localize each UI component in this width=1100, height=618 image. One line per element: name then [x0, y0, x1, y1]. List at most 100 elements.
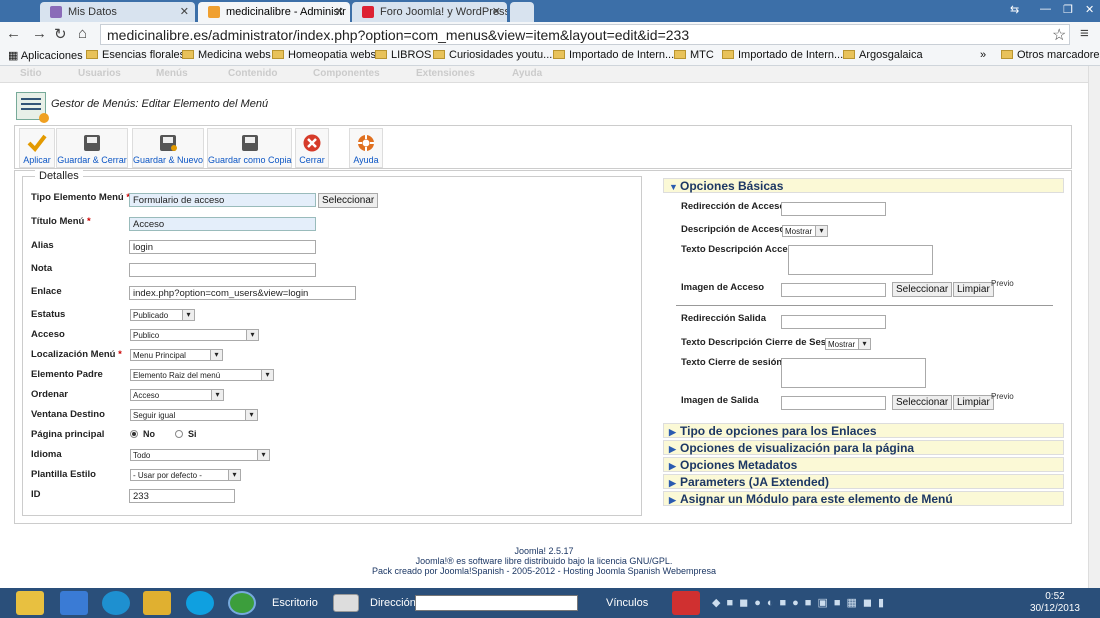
close-tab-icon[interactable]: ✕ — [180, 5, 189, 18]
select-menu-type-button[interactable]: Seleccionar — [318, 193, 379, 208]
bookmark-otros[interactable]: Otros marcadores — [1001, 49, 1100, 61]
folder-icon — [553, 50, 565, 59]
menu-contenido[interactable]: Contenido — [228, 68, 277, 79]
bookmark-aplicaciones[interactable]: ▦ Aplicaciones — [8, 49, 83, 62]
save-copy-button[interactable]: Guardar como Copia — [207, 128, 292, 168]
pane-module-assignment[interactable]: ▶ Asignar un Módulo para este elemento de… — [663, 491, 1064, 506]
menu-componentes[interactable]: Componentes — [313, 68, 380, 79]
tab-medicinalibre[interactable]: medicinalibre - Administr ✕ — [198, 2, 350, 22]
folder-app-icon[interactable] — [143, 591, 171, 615]
bookmark-folder[interactable]: Importado de Intern... — [722, 49, 843, 61]
link-input[interactable]: index.php?option=com_users&view=login — [129, 286, 356, 300]
taskbar-escritorio[interactable]: Escritorio — [272, 597, 318, 609]
system-tray-icons[interactable]: ◆■◼●◐■●■▣■▦◼▮ — [712, 596, 1042, 610]
app-tray-icon[interactable] — [672, 591, 700, 615]
desktop-app-icon[interactable] — [60, 591, 88, 615]
menu-usuarios[interactable]: Usuarios — [78, 68, 121, 79]
preview-label: Previo — [991, 279, 1014, 288]
login-description-select[interactable]: Mostrar ▾ — [782, 225, 828, 237]
login-redirect-input[interactable] — [781, 202, 886, 216]
pane-metadata[interactable]: ▶ Opciones Metadatos — [663, 457, 1064, 472]
close-tab-icon[interactable]: ✕ — [492, 5, 501, 18]
menu-location-select[interactable]: Menu Principal ▾ — [130, 349, 223, 361]
clear-login-image-button[interactable]: Limpiar — [953, 282, 994, 297]
restore-icon[interactable]: ⇆ — [1010, 3, 1019, 16]
taskbar-address-input[interactable] — [415, 595, 578, 611]
home-yes-radio[interactable] — [175, 430, 183, 438]
help-button[interactable]: Ayuda — [349, 128, 383, 168]
login-description-textarea[interactable] — [788, 245, 933, 275]
forward-icon[interactable]: → — [32, 25, 47, 42]
template-style-select[interactable]: - Usar por defecto - ▾ — [130, 469, 241, 481]
back-icon[interactable]: ← — [6, 25, 21, 42]
menu-extensiones[interactable]: Extensiones — [416, 68, 475, 79]
bookmark-folder[interactable]: Esencias florales — [86, 49, 185, 61]
logout-description-select[interactable]: Mostrar ▾ — [825, 338, 871, 350]
select-login-image-button[interactable]: Seleccionar — [892, 282, 953, 297]
menu-sitio[interactable]: Sitio — [20, 68, 42, 79]
maximize-icon[interactable]: ❐ — [1063, 3, 1073, 16]
note-input[interactable] — [129, 263, 316, 277]
chevron-down-icon: ▾ — [210, 350, 222, 360]
pane-ja-extended[interactable]: ▶ Parameters (JA Extended) — [663, 474, 1064, 489]
taskbar-vinculos[interactable]: Vínculos — [606, 597, 648, 609]
bookmarks-overflow-icon[interactable]: » — [980, 49, 986, 61]
explorer-icon[interactable] — [16, 591, 44, 615]
access-select[interactable]: Publico ▾ — [130, 329, 259, 341]
apply-button[interactable]: Aplicar — [19, 128, 55, 168]
target-window-select[interactable]: Seguir igual ▾ — [130, 409, 258, 421]
bookmark-folder[interactable]: Importado de Intern... — [553, 49, 674, 61]
logout-redirect-input[interactable] — [781, 315, 886, 329]
home-icon[interactable]: ⌂ — [78, 25, 87, 42]
menu-icon[interactable]: ≡ — [1080, 25, 1089, 42]
url-input[interactable]: medicinalibre.es/administrator/index.php… — [100, 24, 1070, 45]
menu-ayuda[interactable]: Ayuda — [512, 68, 542, 79]
cancel-icon — [303, 134, 321, 152]
pane-basic-options[interactable]: ▼ Opciones Básicas — [663, 178, 1064, 193]
close-tab-icon[interactable]: ✕ — [335, 5, 344, 18]
logout-text-textarea[interactable] — [781, 358, 926, 388]
bookmark-folder[interactable]: MTC — [674, 49, 714, 61]
bookmark-folder[interactable]: LIBROS — [375, 49, 431, 61]
save-close-button[interactable]: Guardar & Cerrar — [56, 128, 128, 168]
footer-credits[interactable]: Pack creado por Joomla!Spanish - 2005-20… — [0, 566, 1088, 576]
pane-link-options[interactable]: ▶ Tipo de opciones para los Enlaces — [663, 423, 1064, 438]
bookmark-folder[interactable]: Homeopatia webs — [272, 49, 376, 61]
new-tab-button[interactable] — [510, 2, 534, 22]
menu-title-input[interactable]: Acceso — [129, 217, 316, 231]
folder-icon — [674, 50, 686, 59]
favicon-icon — [362, 6, 374, 18]
keyboard-icon[interactable] — [333, 594, 359, 612]
bookmark-folder[interactable]: Medicina webs — [182, 49, 271, 61]
status-select[interactable]: Publicado ▾ — [130, 309, 195, 321]
ordering-select[interactable]: Acceso ▾ — [130, 389, 224, 401]
tab-mis-datos[interactable]: Mis Datos ✕ — [40, 2, 195, 22]
bookmark-star-icon[interactable]: ☆ — [1052, 25, 1066, 45]
footer-license: Joomla!® es software libre distribuido b… — [415, 556, 673, 566]
language-select[interactable]: Todo ▾ — [130, 449, 270, 461]
bookmark-folder[interactable]: Curiosidades youtu... — [433, 49, 552, 61]
select-logout-image-button[interactable]: Seleccionar — [892, 395, 953, 410]
close-button[interactable]: Cerrar — [295, 128, 329, 168]
close-window-icon[interactable]: ✕ — [1085, 3, 1094, 16]
home-no-radio[interactable] — [130, 430, 138, 438]
menu-type-field[interactable]: Formulario de acceso — [129, 193, 316, 207]
app-icon[interactable] — [102, 591, 130, 615]
menu-menus[interactable]: Menús — [156, 68, 188, 79]
tab-foro-joomla[interactable]: Foro Joomla! y WordPress ✕ — [352, 2, 507, 22]
login-image-input[interactable] — [781, 283, 886, 297]
save-new-button[interactable]: Guardar & Nuevo — [132, 128, 204, 168]
vertical-scrollbar[interactable] — [1088, 66, 1100, 588]
system-clock[interactable]: 0:52 30/12/2013 — [1030, 591, 1080, 615]
reload-icon[interactable]: ↻ — [54, 25, 67, 43]
parent-item-select[interactable]: Elemento Raiz del menú ▾ — [130, 369, 274, 381]
alias-input[interactable]: login — [129, 240, 316, 254]
pane-page-display[interactable]: ▶ Opciones de visualización para la págin… — [663, 440, 1064, 455]
link-label: Enlace — [31, 286, 62, 297]
minimize-icon[interactable]: — — [1040, 3, 1051, 15]
bookmark-folder[interactable]: Argosgalaica — [843, 49, 923, 61]
skype-icon[interactable] — [186, 591, 214, 615]
clear-logout-image-button[interactable]: Limpiar — [953, 395, 994, 410]
logout-image-input[interactable] — [781, 396, 886, 410]
chrome-icon[interactable] — [228, 591, 256, 615]
